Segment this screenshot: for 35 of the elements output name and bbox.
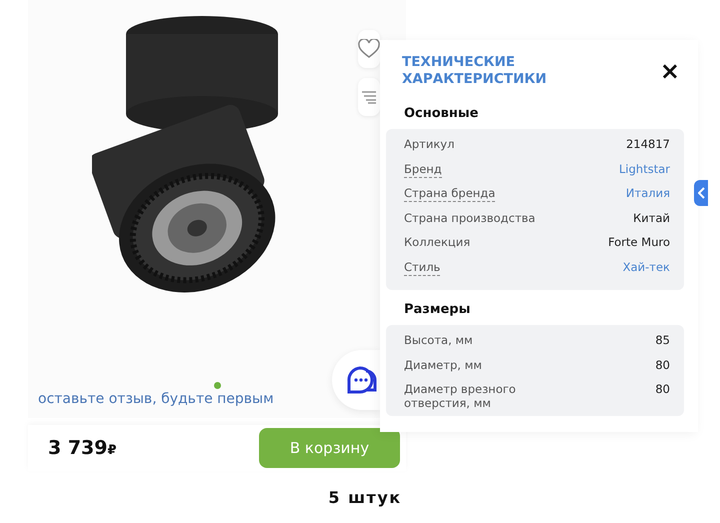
spec-value: 214817 (626, 137, 670, 151)
spec-value-link[interactable]: Италия (626, 186, 670, 200)
favorite-button[interactable] (358, 30, 380, 68)
spec-label[interactable]: Страна бренда (404, 186, 496, 202)
spec-label: Высота, мм (404, 333, 473, 347)
spec-value: 85 (655, 333, 670, 347)
spec-value: 80 (655, 382, 670, 396)
list-icon (362, 90, 376, 104)
chat-button[interactable] (332, 350, 380, 410)
compare-button[interactable] (358, 78, 380, 116)
spec-label: Коллекция (404, 235, 470, 249)
spec-label: Страна производства (404, 210, 536, 224)
spec-value-link[interactable]: Хай-тек (622, 260, 670, 274)
section-heading: Основные (404, 106, 480, 121)
heart-icon (358, 39, 380, 59)
review-link[interactable]: оставьте отзыв, будьте первым (38, 391, 274, 407)
add-to-cart-button[interactable]: В корзину (259, 428, 400, 468)
chat-bubbles-icon (346, 365, 378, 395)
spec-value-link[interactable]: Lightstar (619, 162, 670, 176)
gallery-dot[interactable] (214, 382, 220, 389)
chevron-left-icon (698, 187, 704, 199)
spec-label[interactable]: Бренд (404, 162, 442, 178)
section-heading: Размеры (404, 302, 472, 317)
panel-title: ТЕХНИЧЕСКИЕ ХАРАКТЕРИСТИКИ (402, 54, 548, 88)
collapse-tab[interactable] (694, 180, 708, 206)
spec-value: Китай (633, 210, 670, 224)
price: 3 739₽ (48, 437, 117, 459)
spec-label: Диаметр врезного отверстия, мм (404, 382, 517, 410)
quantity-caption: 5 штук (328, 488, 402, 507)
spec-label: Артикул (404, 137, 454, 151)
close-button[interactable]: × (656, 59, 684, 83)
spec-value: 80 (655, 358, 670, 372)
spec-label[interactable]: Стиль (404, 260, 440, 276)
spec-label: Диаметр, мм (404, 358, 482, 372)
spec-value: Forte Muro (608, 235, 670, 249)
